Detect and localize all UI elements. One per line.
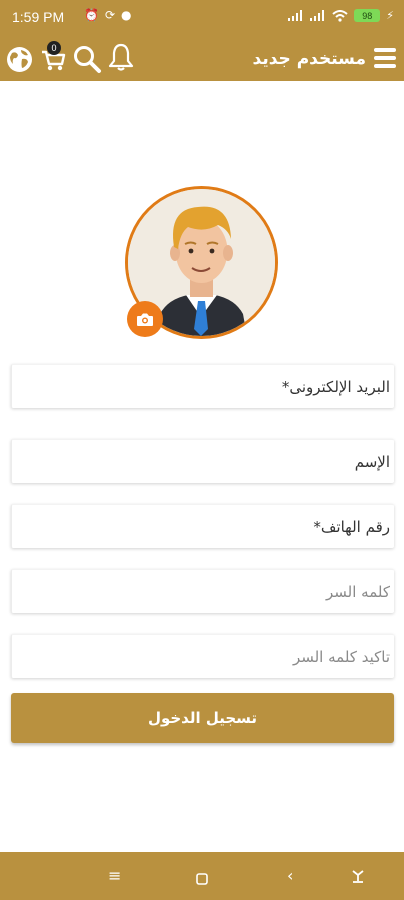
email-field-container [11,364,394,408]
signal-icon [288,10,303,21]
phone-field-container [11,504,394,548]
app-icon: ● [121,8,132,22]
system-nav-bar: ≡ ‹ [0,852,404,900]
cart-count-badge: 0 [47,41,61,55]
email-field[interactable] [12,365,394,408]
search-icon[interactable] [72,44,102,74]
change-photo-button[interactable] [127,301,163,337]
charging-icon: ⚡ [386,9,394,22]
sync-icon: ⟳ [104,8,116,22]
confirm-password-field-container [11,634,394,678]
password-field-container [11,569,394,613]
status-notification-icons: ⏰ ⟳ ● [84,8,132,22]
signal-icon [310,10,325,21]
bell-icon[interactable] [108,42,134,72]
home-icon[interactable] [196,870,208,889]
name-field-container [11,439,394,483]
back-icon[interactable]: ‹ [287,866,293,885]
wifi-icon [332,9,348,22]
alarm-icon: ⏰ [84,8,99,22]
status-system-icons: 98 ⚡ [288,9,394,22]
assist-icon[interactable] [351,868,365,888]
globe-icon[interactable] [6,46,33,73]
camera-icon [137,313,153,326]
name-field[interactable] [12,440,394,483]
battery-icon: 98 [354,9,381,22]
password-field[interactable] [12,570,394,613]
status-bar: 1:59 PM ⏰ ⟳ ● 98 ⚡ [0,0,404,36]
phone-field[interactable] [12,505,394,548]
menu-icon[interactable] [374,48,396,68]
app-bar: مستخدم جديد 0 [0,36,404,81]
page-title: مستخدم جديد [252,49,367,69]
recents-icon[interactable]: ≡ [108,866,121,885]
register-button[interactable]: تسجيل الدخول [11,693,394,743]
status-time: 1:59 PM [12,9,65,25]
confirm-password-field[interactable] [12,635,394,678]
